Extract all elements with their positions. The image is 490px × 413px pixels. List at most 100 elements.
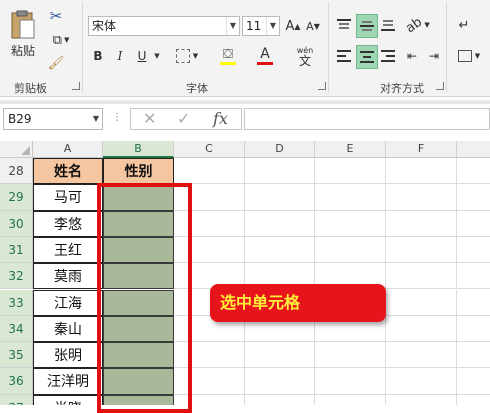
- copy-button[interactable]: ⧉ ▼: [46, 30, 76, 50]
- format-painter-button[interactable]: 🖌: [46, 53, 66, 73]
- name-cell[interactable]: 汪洋明: [33, 368, 103, 395]
- grid-cell[interactable]: [457, 316, 490, 343]
- name-cell[interactable]: 张明: [33, 342, 103, 369]
- grid-cell[interactable]: [315, 158, 386, 185]
- grid-cell[interactable]: [386, 184, 457, 211]
- align-center-button[interactable]: [356, 45, 378, 69]
- borders-button[interactable]: ▼: [172, 45, 202, 67]
- column-header-g[interactable]: [457, 141, 490, 158]
- name-cell[interactable]: 莫雨: [33, 263, 103, 290]
- formula-input[interactable]: [244, 108, 490, 130]
- italic-button[interactable]: I: [110, 45, 130, 67]
- phonetic-button[interactable]: wén 文: [292, 44, 318, 68]
- name-cell[interactable]: 李悠: [33, 210, 103, 237]
- bold-button[interactable]: B: [88, 45, 108, 67]
- paste-button[interactable]: 粘贴: [6, 4, 40, 64]
- grid-cell[interactable]: [386, 289, 457, 316]
- grid-cell[interactable]: [174, 158, 245, 185]
- font-launcher-icon[interactable]: [318, 82, 326, 90]
- alignment-launcher-icon[interactable]: [436, 82, 444, 90]
- underline-button[interactable]: U: [132, 45, 152, 67]
- grid-cell[interactable]: [457, 342, 490, 369]
- grid-cell[interactable]: [457, 263, 490, 290]
- row-header-31[interactable]: 31: [0, 236, 33, 264]
- row-header-32[interactable]: 32: [0, 263, 33, 290]
- clipboard-launcher-icon[interactable]: [72, 82, 80, 90]
- grid-cell[interactable]: [315, 210, 386, 237]
- insert-function-icon[interactable]: fx: [213, 109, 228, 128]
- orientation-button[interactable]: ab ▼: [402, 14, 434, 36]
- grid-cell[interactable]: [315, 236, 386, 264]
- grid-cell[interactable]: [245, 368, 315, 395]
- name-cell[interactable]: 马可: [33, 184, 103, 211]
- fill-color-button[interactable]: ⛋: [212, 45, 244, 67]
- grid-cell[interactable]: [457, 395, 490, 405]
- header-cell-gender[interactable]: 性别: [103, 158, 174, 185]
- grid-cell[interactable]: [386, 368, 457, 395]
- wrap-text-button[interactable]: ↵: [452, 14, 476, 36]
- name-box[interactable]: B29 ▼: [3, 108, 103, 130]
- grid-cell[interactable]: [245, 342, 315, 369]
- underline-dropdown[interactable]: ▼: [152, 45, 162, 67]
- grid-cell[interactable]: [315, 394, 386, 405]
- column-header-e[interactable]: E: [315, 141, 386, 158]
- grid-cell[interactable]: [457, 237, 490, 264]
- grid-cell[interactable]: [386, 210, 457, 237]
- grid-cell[interactable]: [245, 158, 315, 185]
- grid-cell[interactable]: [386, 263, 457, 290]
- grid-cell[interactable]: [457, 184, 490, 211]
- row-header-29[interactable]: 29: [0, 184, 33, 211]
- name-cell[interactable]: 秦山: [33, 315, 103, 343]
- column-header-a[interactable]: A: [33, 141, 103, 158]
- grid-cell[interactable]: [386, 315, 457, 343]
- grid-cell[interactable]: [457, 368, 490, 395]
- row-header-37[interactable]: 37: [0, 394, 33, 405]
- row-header-33[interactable]: 33: [0, 289, 33, 316]
- name-cell[interactable]: 王红: [33, 236, 103, 264]
- row-header-34[interactable]: 34: [0, 315, 33, 343]
- grid-cell[interactable]: [386, 158, 457, 185]
- grid-cell[interactable]: [315, 368, 386, 395]
- row-header-28[interactable]: 28: [0, 158, 33, 185]
- decrease-font-button[interactable]: A ▼: [304, 16, 322, 36]
- grid-cell[interactable]: [386, 394, 457, 405]
- callout-label: 选中单元格: [210, 284, 386, 322]
- cut-button[interactable]: ✂: [46, 6, 66, 26]
- grid-cell[interactable]: [245, 394, 315, 405]
- name-cell[interactable]: 江海: [33, 289, 103, 316]
- grid-cell[interactable]: [457, 290, 490, 316]
- align-left-button[interactable]: [334, 45, 354, 67]
- grid-cell[interactable]: [245, 184, 315, 211]
- grid-cell[interactable]: [315, 342, 386, 369]
- header-cell-name[interactable]: 姓名: [33, 158, 103, 185]
- cancel-icon[interactable]: ✕: [143, 109, 156, 128]
- font-size-select[interactable]: 11 ▼: [242, 16, 280, 36]
- row-header-36[interactable]: 36: [0, 368, 33, 395]
- grid-cell[interactable]: [386, 342, 457, 369]
- decrease-indent-button[interactable]: ⇤: [402, 45, 422, 67]
- enter-icon[interactable]: ✓: [177, 109, 190, 128]
- column-header-b[interactable]: B: [103, 141, 174, 158]
- font-color-button[interactable]: A: [250, 45, 280, 67]
- row-header-35[interactable]: 35: [0, 342, 33, 369]
- font-name-select[interactable]: 宋体 ▼: [88, 16, 240, 36]
- name-cell[interactable]: 肖晓: [33, 394, 103, 405]
- increase-font-button[interactable]: A ▲: [284, 16, 302, 36]
- grid-cell[interactable]: [245, 210, 315, 237]
- grid-cell[interactable]: [315, 184, 386, 211]
- row-header-30[interactable]: 30: [0, 210, 33, 237]
- align-middle-button[interactable]: [356, 14, 378, 38]
- column-header-f[interactable]: F: [386, 141, 457, 158]
- increase-indent-button[interactable]: ⇥: [424, 45, 444, 67]
- column-header-d[interactable]: D: [245, 141, 315, 158]
- align-bottom-button[interactable]: [378, 14, 398, 36]
- align-top-button[interactable]: [334, 14, 354, 36]
- align-right-button[interactable]: [378, 45, 398, 67]
- column-header-c[interactable]: C: [174, 141, 245, 158]
- grid-cell[interactable]: [386, 236, 457, 264]
- merge-button[interactable]: ▼: [452, 45, 486, 67]
- grid-cell[interactable]: [245, 236, 315, 264]
- grid-cell[interactable]: [457, 211, 490, 237]
- select-all-corner[interactable]: [0, 141, 33, 158]
- grid-cell[interactable]: [457, 158, 490, 185]
